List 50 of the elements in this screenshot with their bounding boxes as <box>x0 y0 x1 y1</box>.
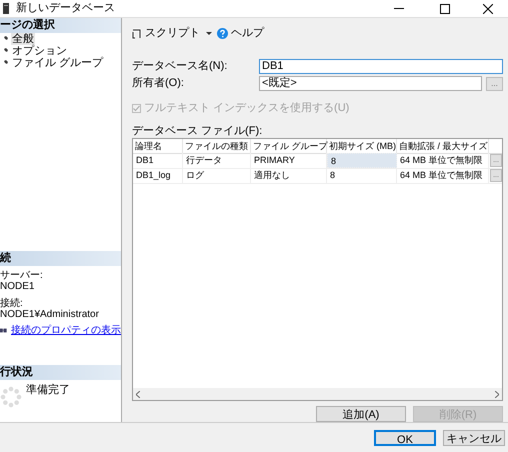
connection-value: NODE1¥Administrator <box>0 309 100 320</box>
page-item[interactable]: オプション <box>11 45 68 57</box>
spinner-icon <box>0 386 22 408</box>
window-title: 新しいデータベース <box>16 0 115 16</box>
script-icon <box>132 28 142 39</box>
scroll-right-icon <box>495 390 499 398</box>
column-header[interactable]: ファイル グループ <box>251 138 327 153</box>
table-cell: 8 <box>327 153 397 168</box>
dialog-button[interactable]: OK <box>374 430 436 446</box>
dropdown-icon[interactable] <box>206 32 212 36</box>
grid-action-button[interactable]: 追加(A) <box>316 406 406 422</box>
scroll-left-icon <box>136 390 140 398</box>
table-cell: ログ <box>183 168 251 184</box>
database-name-label: データベース名(N): <box>132 59 228 74</box>
column-header[interactable]: 自動拡張 / 最大サイズ <box>397 138 489 153</box>
script-button[interactable]: スクリプト <box>132 25 200 42</box>
database-icon <box>2 3 10 14</box>
section-header: ージの選択 <box>0 18 121 33</box>
table-cell: DB1 <box>133 153 183 168</box>
table-cell: 行データ <box>183 153 251 168</box>
section-header: 続 <box>0 251 121 266</box>
table-cell: 64 MB 単位で無制限 <box>397 153 489 168</box>
column-header[interactable]: 論理名 <box>133 138 183 153</box>
minimize-icon <box>394 8 404 9</box>
horizontal-scrollbar[interactable] <box>133 388 502 400</box>
browse-button[interactable]: ... <box>486 76 503 91</box>
table-cell: DB1_log <box>133 168 183 184</box>
fulltext-label: フルテキスト インデックスを使用する(U) <box>144 101 350 116</box>
connection-label: 接続: <box>0 298 24 309</box>
table-cell: 適用なし <box>251 168 327 184</box>
server-label: サーバー: <box>0 270 44 281</box>
table-cell: 64 MB 単位で無制限 <box>397 168 489 184</box>
close-icon <box>483 4 493 14</box>
status-text: 準備完了 <box>26 382 70 398</box>
dialog-button[interactable]: キャンセル <box>443 430 505 446</box>
maximize-icon <box>440 4 450 14</box>
owner-field[interactable]: <既定> <box>259 76 482 92</box>
page-item[interactable]: ファイル グループ <box>11 57 104 69</box>
database-name-field[interactable]: DB1 <box>259 59 503 74</box>
plug-icon <box>0 327 7 334</box>
files-label: データベース ファイル(F): <box>132 124 264 137</box>
help-icon <box>217 28 228 40</box>
section-header: 行状況 <box>0 365 121 380</box>
column-header[interactable]: ファイルの種類 <box>183 138 251 153</box>
table-cell: 8 <box>327 168 397 184</box>
page-item[interactable]: 全般 <box>11 33 35 45</box>
owner-label: 所有者(O): <box>132 76 185 92</box>
server-value: NODE1 <box>0 281 36 292</box>
help-button[interactable]: ヘルプ <box>217 25 264 42</box>
connection-properties-link[interactable]: 接続のプロパティの表示 <box>11 325 121 336</box>
